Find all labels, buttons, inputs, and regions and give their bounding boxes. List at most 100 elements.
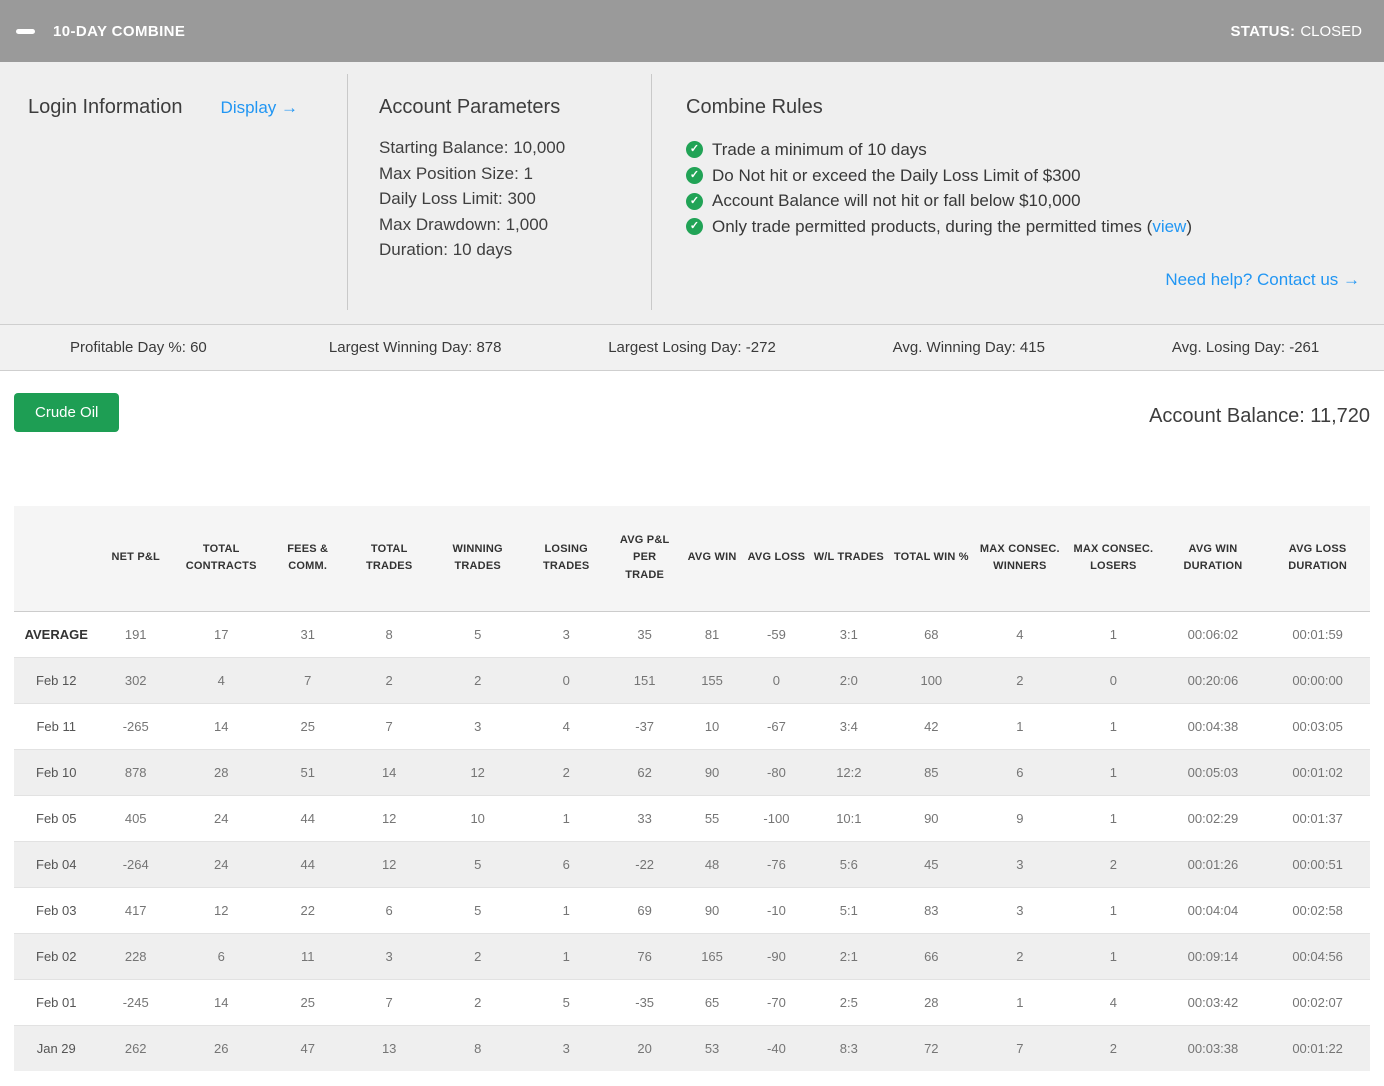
login-information-panel: Login Information Display → — [0, 62, 347, 324]
value-cell: 2:0 — [809, 657, 889, 703]
value-cell: 2 — [1066, 841, 1161, 887]
check-circle-icon: ✓ — [686, 141, 703, 158]
value-cell: 28 — [173, 749, 270, 795]
value-cell: 2 — [346, 657, 433, 703]
value-cell: 1 — [1066, 933, 1161, 979]
value-cell: 262 — [98, 1025, 172, 1071]
titlebar: 10-DAY COMBINE STATUS:CLOSED — [0, 0, 1384, 62]
value-cell: 47 — [269, 1025, 345, 1071]
value-cell: 12 — [432, 749, 523, 795]
value-cell: 302 — [98, 657, 172, 703]
value-cell: 14 — [346, 749, 433, 795]
parameter-item: Daily Loss Limit: 300 — [379, 186, 651, 212]
parameter-item: Max Position Size: 1 — [379, 161, 651, 187]
value-cell: 100 — [889, 657, 973, 703]
value-cell: 155 — [680, 657, 744, 703]
value-cell: -70 — [744, 979, 808, 1025]
value-cell: 31 — [269, 611, 345, 657]
value-cell: 00:04:56 — [1265, 933, 1370, 979]
value-cell: 00:01:02 — [1265, 749, 1370, 795]
value-cell: 00:02:58 — [1265, 887, 1370, 933]
value-cell: 00:00:51 — [1265, 841, 1370, 887]
value-cell: 0 — [744, 657, 808, 703]
value-cell: 6 — [974, 749, 1067, 795]
value-cell: 7 — [346, 703, 433, 749]
value-cell: 00:09:14 — [1161, 933, 1266, 979]
value-cell: 00:04:04 — [1161, 887, 1266, 933]
parameter-item: Max Drawdown: 1,000 — [379, 212, 651, 238]
value-cell: 44 — [269, 841, 345, 887]
value-cell: 5 — [432, 887, 523, 933]
value-cell: 2:5 — [809, 979, 889, 1025]
value-cell: 6 — [173, 933, 270, 979]
value-cell: 42 — [889, 703, 973, 749]
value-cell: 00:06:02 — [1161, 611, 1266, 657]
daily-stats-table: NET P&LTOTAL CONTRACTSFEES & COMM.TOTAL … — [14, 506, 1370, 1071]
value-cell: 26 — [173, 1025, 270, 1071]
value-cell: 53 — [680, 1025, 744, 1071]
stat-item: Largest Winning Day: 878 — [277, 339, 554, 356]
rule-item: ✓Account Balance will not hit or fall be… — [686, 188, 1360, 214]
value-cell: 2 — [1066, 1025, 1161, 1071]
value-cell: -59 — [744, 611, 808, 657]
account-parameters-list: Starting Balance: 10,000Max Position Siz… — [379, 135, 651, 263]
value-cell: 12 — [346, 841, 433, 887]
value-cell: 0 — [1066, 657, 1161, 703]
value-cell: 2 — [974, 933, 1067, 979]
row-label-cell: Jan 29 — [14, 1025, 98, 1071]
value-cell: 14 — [173, 703, 270, 749]
value-cell: 6 — [523, 841, 610, 887]
value-cell: 69 — [609, 887, 679, 933]
table-row: Feb 123024722015115502:01002000:20:0600:… — [14, 657, 1370, 703]
row-label-cell: Feb 02 — [14, 933, 98, 979]
rule-text: Only trade permitted products, during th… — [712, 214, 1152, 240]
value-cell: 25 — [269, 703, 345, 749]
column-header: AVG LOSS DURATION — [1265, 506, 1370, 611]
value-cell: 3 — [346, 933, 433, 979]
value-cell: 8 — [432, 1025, 523, 1071]
contact-us-link[interactable]: Need help? Contact us → — [1165, 270, 1360, 289]
value-cell: 3:1 — [809, 611, 889, 657]
column-header: LOSING TRADES — [523, 506, 610, 611]
column-header: FEES & COMM. — [269, 506, 345, 611]
collapse-minus-icon[interactable] — [16, 29, 35, 34]
value-cell: 65 — [680, 979, 744, 1025]
check-circle-icon: ✓ — [686, 167, 703, 184]
value-cell: 00:03:05 — [1265, 703, 1370, 749]
combine-rules-panel: Combine Rules ✓Trade a minimum of 10 day… — [652, 62, 1384, 324]
value-cell: 7 — [346, 979, 433, 1025]
rule-item: ✓Trade a minimum of 10 days — [686, 137, 1360, 163]
value-cell: 4 — [523, 703, 610, 749]
rule-text: Account Balance will not hit or fall bel… — [712, 188, 1081, 214]
value-cell: 228 — [98, 933, 172, 979]
value-cell: 8 — [346, 611, 433, 657]
value-cell: 3 — [523, 611, 610, 657]
stat-item: Largest Losing Day: -272 — [554, 339, 831, 356]
value-cell: 2 — [523, 749, 610, 795]
column-header: AVG WIN DURATION — [1161, 506, 1266, 611]
value-cell: 72 — [889, 1025, 973, 1071]
value-cell: 44 — [269, 795, 345, 841]
parameter-item: Starting Balance: 10,000 — [379, 135, 651, 161]
table-row: Feb 11-2651425734-3710-673:4421100:04:38… — [14, 703, 1370, 749]
value-cell: 8:3 — [809, 1025, 889, 1071]
display-link[interactable]: Display → — [221, 98, 298, 118]
parameter-item: Duration: 10 days — [379, 237, 651, 263]
stat-item: Profitable Day %: 60 — [0, 339, 277, 356]
row-label-cell: Feb 01 — [14, 979, 98, 1025]
stat-item: Avg. Winning Day: 415 — [830, 339, 1107, 356]
column-header: TOTAL TRADES — [346, 506, 433, 611]
value-cell: 00:05:03 — [1161, 749, 1266, 795]
stat-item: Avg. Losing Day: -261 — [1107, 339, 1384, 356]
rule-text: ) — [1186, 214, 1192, 240]
combine-panel: 10-DAY COMBINE STATUS:CLOSED Login Infor… — [0, 0, 1384, 1071]
value-cell: 20 — [609, 1025, 679, 1071]
value-cell: 68 — [889, 611, 973, 657]
value-cell: -67 — [744, 703, 808, 749]
table-row: Feb 04-26424441256-2248-765:6453200:01:2… — [14, 841, 1370, 887]
rule-view-link[interactable]: view — [1152, 214, 1186, 240]
summary-stats-bar: Profitable Day %: 60Largest Winning Day:… — [0, 324, 1384, 371]
crude-oil-button[interactable]: Crude Oil — [14, 393, 119, 432]
value-cell: 17 — [173, 611, 270, 657]
value-cell: 417 — [98, 887, 172, 933]
